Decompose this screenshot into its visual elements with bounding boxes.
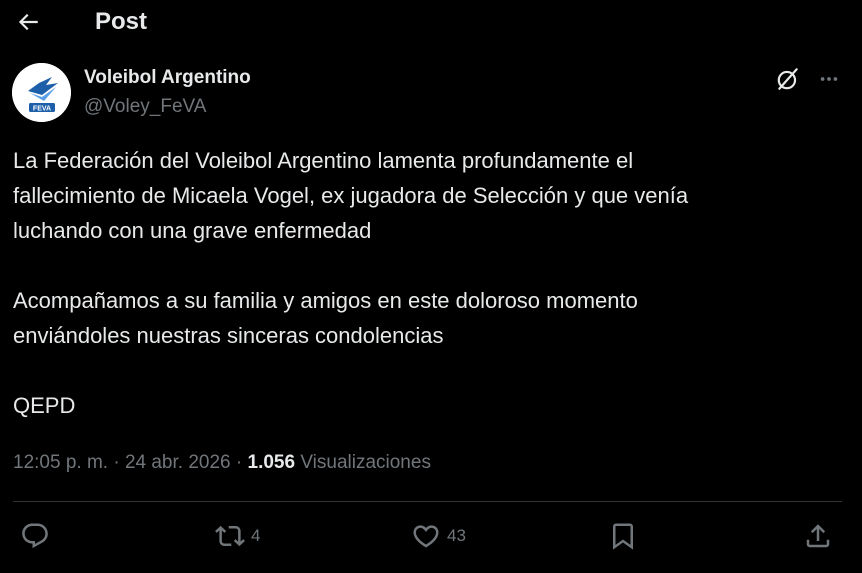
retweet-count: 4 (251, 526, 261, 545)
tweet-line: luchando con una grave enfermedad (13, 218, 372, 243)
grok-button[interactable] (772, 63, 804, 95)
tweet-line: Acompañamos a su familia y amigos en est… (13, 288, 638, 313)
author-name[interactable]: Voleibol Argentino (84, 66, 251, 90)
tweet-line: La Federación del Voleibol Argentino lam… (13, 148, 634, 173)
back-button[interactable] (10, 4, 46, 40)
tweet-date[interactable]: 24 abr. 2026 (125, 452, 231, 473)
like-button[interactable]: 43 (411, 519, 466, 553)
divider (13, 501, 842, 502)
tweet-line: fallecimiento de Micaela Vogel, ex jugad… (13, 183, 689, 208)
like-count: 43 (447, 526, 466, 545)
tweet-time[interactable]: 12:05 p. m. (13, 452, 108, 473)
bookmark-icon (613, 523, 633, 550)
author-handle[interactable]: @Voley_FeVA (84, 95, 206, 119)
meta-separator: · (235, 452, 243, 473)
reply-icon (22, 523, 48, 549)
meta-separator: · (113, 452, 120, 473)
reply-button[interactable] (20, 519, 56, 553)
tweet-text: La Federación del Voleibol Argentino lam… (13, 143, 848, 423)
heart-icon (413, 525, 439, 548)
retweet-button[interactable]: 4 (215, 519, 260, 553)
tweet-line: enviándoles nuestras sinceras condolenci… (13, 323, 444, 348)
share-icon (806, 524, 830, 548)
views-count: 1.056 (247, 452, 296, 473)
grok-icon (777, 68, 798, 90)
more-horizontal-icon (820, 77, 838, 81)
bookmark-button[interactable] (608, 519, 638, 553)
share-button[interactable] (803, 519, 833, 553)
retweet-icon (215, 525, 245, 547)
feva-logo-icon: FEVA (12, 63, 71, 122)
views-label[interactable]: Visualizaciones (300, 452, 431, 473)
tweet-meta: 12:05 p. m. · 24 abr. 2026 · 1.056 Visua… (13, 450, 431, 476)
avatar[interactable]: FEVA (12, 63, 71, 122)
arrow-left-icon (18, 13, 38, 31)
post-header: Post (0, 0, 862, 44)
more-options-button[interactable] (812, 63, 846, 95)
avatar-logo-text: FEVA (33, 106, 51, 113)
tweet-line: QEPD (13, 393, 76, 418)
page-title: Post (95, 8, 148, 35)
